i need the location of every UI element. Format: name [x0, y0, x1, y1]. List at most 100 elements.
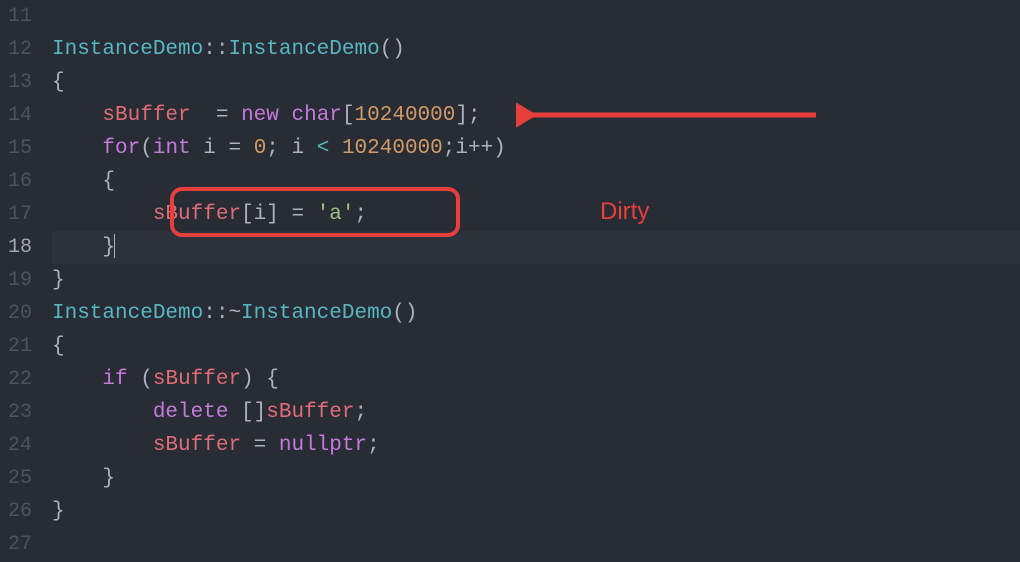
code-token	[266, 434, 279, 457]
code-token: {	[52, 335, 65, 358]
code-line[interactable]: sBuffer[i] = 'a';	[52, 198, 1020, 231]
code-token: =	[228, 137, 241, 160]
code-token: ++	[468, 137, 493, 160]
code-line[interactable]: {	[52, 330, 1020, 363]
code-line[interactable]: {	[52, 165, 1020, 198]
code-token: int	[153, 137, 191, 160]
code-line[interactable]: delete []sBuffer;	[52, 396, 1020, 429]
code-line[interactable]: InstanceDemo::~InstanceDemo()	[52, 297, 1020, 330]
line-number: 11	[0, 0, 32, 33]
code-token: ; i	[266, 137, 316, 160]
code-token: InstanceDemo	[52, 302, 203, 325]
code-token: ];	[455, 104, 480, 127]
line-number: 27	[0, 528, 32, 561]
code-token: []	[228, 401, 266, 424]
code-line[interactable]: InstanceDemo::InstanceDemo()	[52, 33, 1020, 66]
code-token	[52, 203, 153, 226]
line-number-gutter: 1112131415161718192021222324252627	[0, 0, 40, 562]
code-token: }	[52, 500, 65, 523]
code-token	[52, 368, 102, 391]
code-token: if	[102, 368, 127, 391]
code-line[interactable]: for(int i = 0; i < 10240000;i++)	[52, 132, 1020, 165]
code-token: ;	[367, 434, 380, 457]
code-token	[228, 104, 241, 127]
code-line[interactable]: if (sBuffer) {	[52, 363, 1020, 396]
line-number: 23	[0, 396, 32, 429]
line-number: 21	[0, 330, 32, 363]
code-line[interactable]: {	[52, 66, 1020, 99]
code-token: sBuffer	[153, 434, 241, 457]
line-number: 16	[0, 165, 32, 198]
code-token: ;	[354, 401, 367, 424]
code-line[interactable]	[52, 528, 1020, 561]
code-token: char	[292, 104, 342, 127]
code-token: =	[216, 104, 229, 127]
code-token	[52, 137, 102, 160]
line-number: 24	[0, 429, 32, 462]
text-cursor	[114, 234, 115, 258]
line-number: 13	[0, 66, 32, 99]
code-token	[191, 104, 216, 127]
code-token: 10240000	[355, 104, 456, 127]
code-token: [	[342, 104, 355, 127]
code-token: ) {	[241, 368, 279, 391]
code-token: (	[128, 368, 153, 391]
code-token: <	[317, 137, 330, 160]
code-token: InstanceDemo	[228, 38, 379, 61]
code-token: =	[291, 203, 304, 226]
code-token: sBuffer	[102, 104, 190, 127]
code-token: ;	[355, 203, 368, 226]
code-token	[241, 137, 254, 160]
line-number: 14	[0, 99, 32, 132]
code-token: ;i	[443, 137, 468, 160]
line-number: 19	[0, 264, 32, 297]
code-token: ::~	[203, 302, 241, 325]
code-token: 10240000	[342, 137, 443, 160]
code-token	[304, 203, 317, 226]
code-line[interactable]: }	[52, 462, 1020, 495]
code-line[interactable]: }	[52, 231, 1020, 264]
code-token: [i]	[241, 203, 291, 226]
code-line[interactable]: sBuffer = nullptr;	[52, 429, 1020, 462]
code-token: sBuffer	[266, 401, 354, 424]
code-token: =	[254, 434, 267, 457]
code-token: sBuffer	[153, 203, 241, 226]
line-number: 15	[0, 132, 32, 165]
code-token: sBuffer	[153, 368, 241, 391]
code-token: {	[52, 71, 65, 94]
code-token: nullptr	[279, 434, 367, 457]
code-token: }	[52, 467, 115, 490]
code-token	[52, 401, 153, 424]
code-token: )	[493, 137, 506, 160]
code-token: InstanceDemo	[52, 38, 203, 61]
code-token: 'a'	[317, 203, 355, 226]
line-number: 20	[0, 297, 32, 330]
line-number: 12	[0, 33, 32, 66]
code-line[interactable]: }	[52, 495, 1020, 528]
code-token	[52, 104, 102, 127]
line-number: 25	[0, 462, 32, 495]
code-line[interactable]: }	[52, 264, 1020, 297]
code-token: }	[52, 269, 65, 292]
line-number: 18	[0, 231, 32, 264]
code-area[interactable]: Dirty InstanceDemo::InstanceDemo(){ sBuf…	[40, 0, 1020, 562]
code-token: ()	[392, 302, 417, 325]
line-number: 17	[0, 198, 32, 231]
code-token: new	[241, 104, 279, 127]
code-token: ()	[380, 38, 405, 61]
code-token: {	[52, 170, 115, 193]
code-token: for	[102, 137, 140, 160]
code-token: i	[191, 137, 229, 160]
code-token: InstanceDemo	[241, 302, 392, 325]
code-token	[241, 434, 254, 457]
code-token: 0	[254, 137, 267, 160]
code-editor[interactable]: 1112131415161718192021222324252627 Dirty…	[0, 0, 1020, 562]
code-token	[329, 137, 342, 160]
line-number: 22	[0, 363, 32, 396]
code-line[interactable]: sBuffer = new char[10240000];	[52, 99, 1020, 132]
code-line[interactable]	[52, 0, 1020, 33]
annotation-label: Dirty	[600, 195, 649, 228]
code-token: }	[52, 236, 115, 259]
code-token	[279, 104, 292, 127]
line-number: 26	[0, 495, 32, 528]
